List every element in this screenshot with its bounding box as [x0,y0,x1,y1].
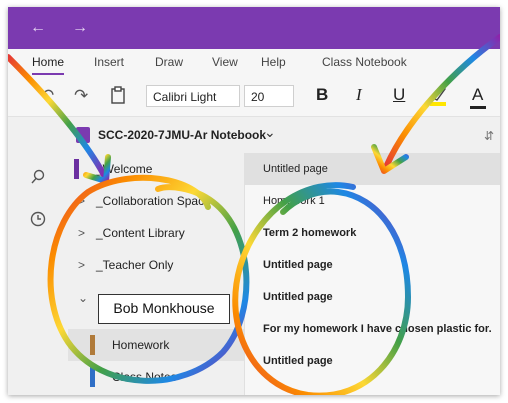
highlighter-icon[interactable] [428,83,448,112]
page-item[interactable]: Homework 1 [245,185,500,217]
tab-draw[interactable]: Draw [155,55,183,69]
callout-label: Bob Monkhouse [98,294,230,324]
font-color-button[interactable]: A [470,85,486,109]
ribbon-toolbar: ↶ ↷ Calibri Light 20 B I U A [8,76,500,117]
notebook-dropdown-icon[interactable]: ⌄ [264,124,276,141]
bold-button[interactable]: B [316,85,328,105]
font-size-field[interactable]: 20 [244,85,294,107]
section-color-tab [74,159,79,179]
sections-pane: _Welcome > _Collaboration Space > _Conte… [68,153,244,395]
font-name-field[interactable]: Calibri Light [146,85,240,107]
page-item[interactable]: For my homework I have chosen plastic fo… [245,313,500,345]
notebook-title[interactable]: SCC-2020-7JMU-Ar Notebook [98,128,266,142]
tab-class-notebook[interactable]: Class Notebook [322,55,407,69]
section-class-notes[interactable]: Class Notes [68,361,244,393]
title-bar: ← → [8,7,500,49]
chevron-down-icon: ⌄ [78,291,89,305]
chevron-right-icon: > [78,226,86,240]
page-item[interactable]: Untitled page [245,249,500,281]
clipboard-icon[interactable] [110,86,126,109]
clock-icon[interactable] [30,211,46,232]
left-rail [8,117,68,395]
page-item[interactable]: Untitled page [245,345,500,377]
section-label: _Collaboration Space [96,194,211,208]
page-item[interactable]: Untitled page [245,153,500,185]
section-label: Class Notes [112,370,177,384]
back-arrow-icon[interactable]: ← [30,19,46,37]
section-label: _Welcome [96,162,153,176]
section-collaboration-space[interactable]: > _Collaboration Space [68,185,244,217]
chevron-right-icon: > [78,258,86,272]
section-label: _Content Library [96,226,185,240]
tab-insert[interactable]: Insert [94,55,124,69]
section-color-tab [90,367,95,387]
notebook-header: SCC-2020-7JMU-Ar Notebook ⌄ ⇵ [8,117,500,153]
page-item[interactable]: Untitled page [245,281,500,313]
sort-icon[interactable]: ⇵ [484,129,494,143]
page-item[interactable]: Term 2 homework [245,217,500,249]
section-label: Homework [112,338,170,352]
forward-arrow-icon[interactable]: → [72,19,88,37]
section-label: _Teacher Only [96,258,174,272]
tab-home[interactable]: Home [32,55,65,75]
section-color-tab [90,335,95,355]
redo-icon[interactable]: ↷ [74,86,88,106]
tab-help[interactable]: Help [261,55,286,69]
font-color-swatch [470,106,486,109]
underline-button[interactable]: U [393,85,405,105]
tab-view[interactable]: View [212,55,238,69]
chevron-right-icon: > [78,194,86,208]
search-icon[interactable] [30,169,46,190]
section-homework[interactable]: Homework [68,329,244,361]
undo-icon[interactable]: ↶ [40,86,54,106]
ribbon-tabs: Home Insert Draw View Help Class Noteboo… [8,49,500,76]
onenote-window: ← → Home Insert Draw View Help Class Not… [8,7,500,395]
pages-pane: Untitled page Homework 1 Term 2 homework… [244,153,500,395]
section-content-library[interactable]: > _Content Library [68,217,244,249]
font-color-letter: A [472,85,484,104]
section-welcome[interactable]: _Welcome [68,153,244,185]
section-teacher-only[interactable]: > _Teacher Only [68,249,244,281]
notebook-color-icon [76,127,90,143]
italic-button[interactable]: I [356,85,362,105]
